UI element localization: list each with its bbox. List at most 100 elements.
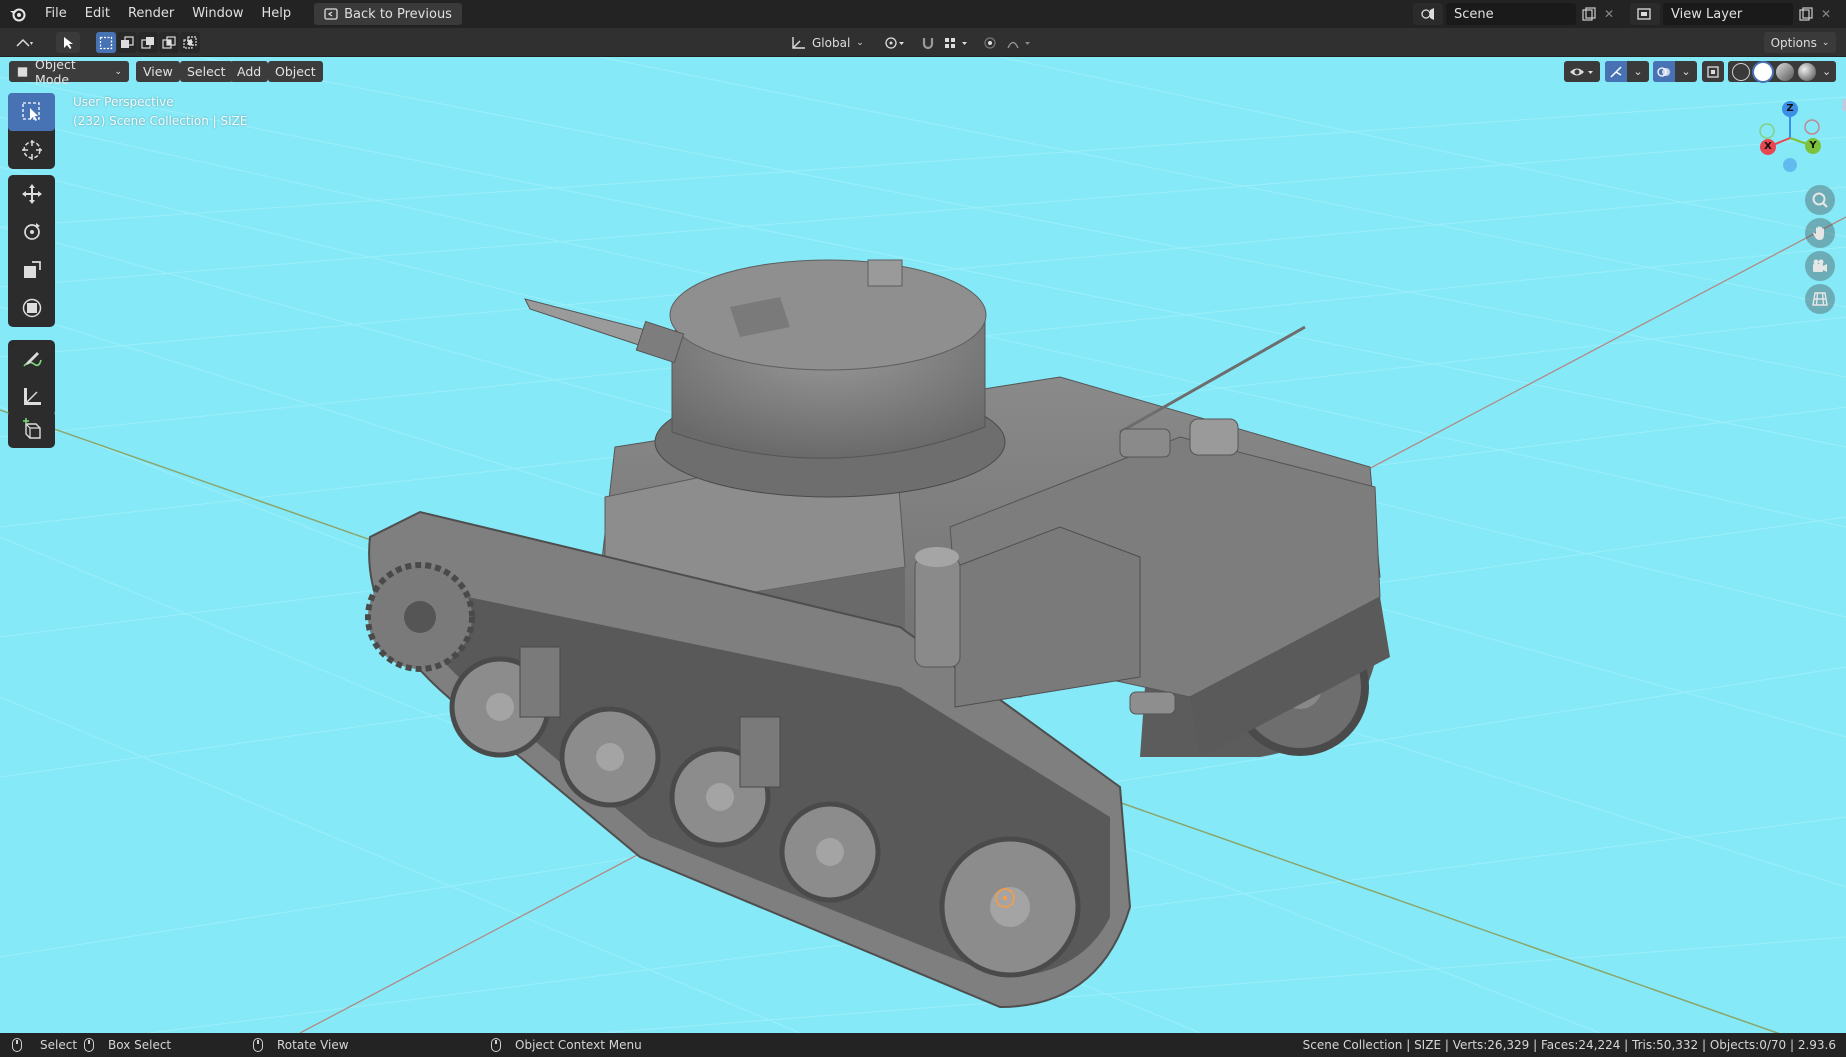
chevron-down-icon[interactable]: ⌄ [1822,65,1831,78]
gizmo-y-axis[interactable]: Y [1805,138,1821,154]
menu-edit[interactable]: Edit [76,0,119,28]
top-menu-bar: File Edit Render Window Help Back to Pre… [0,0,1846,28]
select-menu[interactable]: Select [180,61,233,82]
pivot-point-dropdown[interactable] [880,32,910,53]
shading-mode-group[interactable]: ⌄ [1728,61,1836,82]
chevron-down-icon: ⌄ [1681,65,1691,78]
rotate-tool[interactable] [8,213,55,251]
annotate-tool[interactable] [8,340,55,378]
menu-file[interactable]: File [36,0,76,28]
menu-help[interactable]: Help [253,0,301,28]
object-menu[interactable]: Object [268,61,323,82]
view-layer-type-dropdown[interactable] [1630,3,1660,25]
material-shading-icon[interactable] [1776,62,1794,81]
transform-orientation-dropdown[interactable]: Global ⌄ [786,32,872,53]
active-tool-button[interactable] [56,32,80,53]
pan-view-button[interactable] [1805,218,1835,248]
rendered-shading-icon[interactable] [1798,62,1816,81]
transform-tools-group [8,175,55,327]
magnifier-icon [1812,192,1828,208]
scene-statistics-label: Scene Collection | SIZE | Verts:26,329 |… [1302,1038,1836,1052]
options-label: Options [1770,35,1817,50]
snap-increment-icon [945,37,967,48]
object-mode-dropdown[interactable]: Object Mode ⌄ [9,57,129,87]
cursor-tool[interactable] [8,131,55,169]
menu-render[interactable]: Render [119,0,183,28]
add-menu[interactable]: Add [230,61,269,82]
proportional-edit-icon [984,36,996,49]
remove-view-layer-button[interactable]: ✕ [1818,3,1834,25]
crosshair-cursor-icon [21,140,42,160]
select-mode-new-button[interactable] [96,32,116,53]
select-mode-intersect-button[interactable] [180,32,200,53]
select-new-icon [99,36,113,49]
select-invert-icon [162,35,176,49]
camera-view-button[interactable] [1805,251,1835,281]
overlay-toggle-button[interactable] [1653,61,1675,82]
pivot-point-icon [885,36,904,49]
gizmo-toggle-button[interactable] [1605,61,1627,82]
collection-info-label: (232) Scene Collection | SIZE [73,114,248,128]
3d-viewport[interactable]: Object Mode ⌄ View Select Add Object ⌄ ⌄… [0,57,1846,1033]
move-arrows-icon [21,184,42,204]
zoom-view-button[interactable] [1805,185,1835,215]
snap-target-dropdown[interactable] [940,32,974,53]
new-scene-button[interactable] [1579,3,1599,25]
scale-icon [23,261,41,278]
proportional-editing-toggle[interactable] [980,32,1000,53]
wireframe-shading-icon[interactable] [1732,62,1750,81]
3d-viewport-icon [16,38,33,47]
gizmo-x-axis[interactable]: X [1760,139,1776,155]
status-context-menu-hint: Object Context Menu [491,1033,642,1057]
mouse-drag-icon [84,1038,94,1052]
xray-icon [1707,65,1719,78]
options-dropdown[interactable]: Options ⌄ [1764,32,1836,53]
transform-tool[interactable] [8,289,55,327]
close-icon: ✕ [1820,7,1832,21]
solid-shading-icon[interactable] [1754,62,1772,81]
select-box-tool[interactable] [8,93,55,131]
gizmo-z-axis[interactable]: Z [1782,101,1798,117]
new-view-layer-button[interactable] [1796,3,1816,25]
proportional-falloff-dropdown[interactable] [1003,32,1037,53]
scale-tool[interactable] [8,251,55,289]
hand-icon [1813,226,1824,240]
select-mode-extend-button[interactable] [117,32,137,53]
overlay-icon [1657,66,1670,77]
cursor-arrow-icon [64,36,73,49]
gizmo-toggle-group[interactable]: ⌄ [1605,61,1649,82]
editor-type-dropdown[interactable] [8,32,42,53]
duplicate-icon [1799,7,1813,21]
navigation-gizmo[interactable]: Z Y X [1748,95,1838,185]
view-layer-name-field[interactable]: View Layer [1663,3,1793,25]
select-mode-invert-button[interactable] [159,32,179,53]
back-to-previous-button[interactable]: Back to Previous [314,3,462,25]
menu-window[interactable]: Window [183,0,252,28]
tool-settings-header: Global ⌄ Options ⌄ [0,28,1846,57]
view-menu[interactable]: View [136,61,180,82]
toggle-ortho-button[interactable] [1805,284,1835,314]
select-extend-icon [121,35,134,48]
snap-toggle-button[interactable] [918,32,938,53]
status-context-menu-label: Object Context Menu [515,1038,642,1052]
scene-name-field[interactable]: Scene [1446,3,1576,25]
add-cube-tool[interactable] [8,410,55,448]
visibility-dropdown[interactable] [1564,61,1600,82]
scene-type-dropdown[interactable] [1413,3,1443,25]
move-tool[interactable] [8,175,55,213]
select-subtract-icon [141,36,154,49]
selection-tools-group [8,93,55,169]
mouse-right-icon [491,1038,501,1052]
add-cube-icon [22,418,41,439]
overlay-toggle-group[interactable]: ⌄ [1653,61,1697,82]
viewport-scroll-handle[interactable] [1842,99,1846,111]
status-bar: Select Box Select Rotate View Object Con… [0,1033,1846,1057]
blender-logo-icon[interactable] [0,0,36,28]
chevron-down-icon: ⌄ [114,66,122,77]
xray-toggle-button[interactable] [1702,61,1724,82]
remove-scene-button[interactable]: ✕ [1601,3,1617,25]
duplicate-icon [1582,7,1596,21]
status-select-label: Select [40,1038,78,1052]
orientation-axis-icon [792,36,805,49]
select-mode-subtract-button[interactable] [138,32,158,53]
